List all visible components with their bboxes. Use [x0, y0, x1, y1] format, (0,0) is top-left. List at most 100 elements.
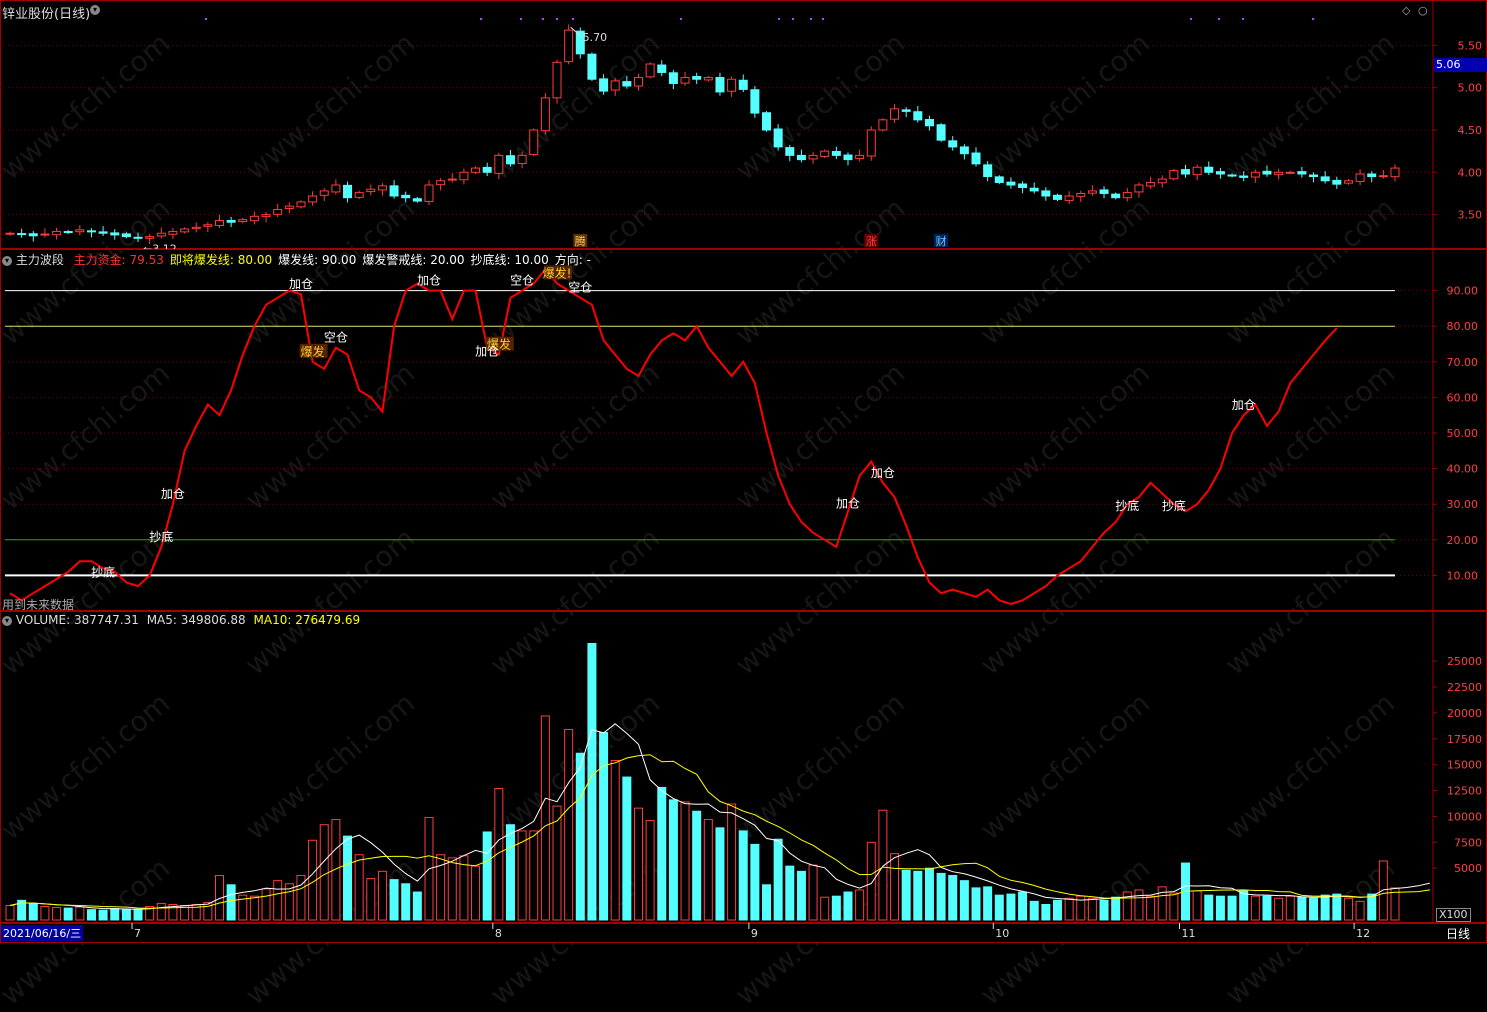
candle-body — [866, 129, 876, 157]
volume-bar — [366, 878, 376, 921]
month-label: 9 — [751, 927, 758, 940]
candlestick — [878, 118, 888, 132]
price-tick-label: 5.50 — [1458, 39, 1483, 52]
volume-bar — [843, 891, 853, 921]
candlestick — [552, 59, 562, 104]
candle-body — [773, 128, 783, 148]
volume-bar — [1320, 894, 1330, 921]
candlestick — [203, 222, 213, 233]
candle-body — [1285, 171, 1295, 174]
candle-body — [412, 198, 422, 202]
indicator-tick-label: 70.00 — [1447, 356, 1479, 369]
volume-bar — [773, 838, 783, 921]
volume-bar — [1169, 892, 1179, 921]
volume-bar — [971, 887, 981, 921]
candle-body — [238, 219, 248, 223]
candle-body — [1157, 178, 1167, 184]
volume-bar — [727, 803, 737, 921]
candle-body — [401, 194, 411, 199]
volume-tick-label: 15000 — [1447, 759, 1482, 772]
candle-body — [1099, 189, 1109, 194]
candlestick — [1262, 165, 1272, 177]
candlestick — [1378, 169, 1388, 179]
candlestick — [1041, 187, 1051, 201]
volume-bar — [1332, 893, 1342, 921]
volume-bar — [692, 810, 702, 921]
volume-bar — [249, 895, 259, 921]
volume-bar — [459, 855, 469, 921]
candlestick — [1297, 166, 1307, 178]
volume-bar — [226, 884, 236, 921]
candlestick — [401, 191, 411, 203]
candlestick — [1122, 187, 1132, 202]
ma10-value: 276479.69 — [295, 613, 361, 627]
candle-body — [1006, 181, 1016, 186]
candle-body — [948, 140, 958, 148]
volume-bar — [517, 830, 527, 921]
candle-body — [622, 81, 632, 87]
candlestick — [180, 227, 190, 234]
candle-body — [750, 89, 760, 114]
candlestick — [773, 124, 783, 151]
volume-bar — [855, 889, 865, 921]
candle-body — [599, 78, 609, 92]
time-axis[interactable]: 7 8 9 10 11 12 2021/06/16/三 日线 — [0, 923, 1487, 943]
indicator-pane[interactable]: 90.00 80.00 70.00 60.00 50.00 40.00 30.00 20.00… — [0, 249, 1487, 612]
indicator-tick-label: 80.00 — [1447, 320, 1479, 333]
candlestick — [1367, 171, 1377, 183]
volume-bar — [948, 874, 958, 921]
candlestick — [738, 74, 748, 93]
indicator-dropdown-icon[interactable]: ▾ — [2, 255, 12, 266]
volume-bar — [633, 807, 643, 921]
candlestick — [377, 183, 387, 196]
candle-body — [1343, 180, 1353, 184]
candlestick — [226, 216, 236, 227]
candle-body — [1087, 190, 1097, 194]
candle-body — [738, 79, 748, 90]
candle-body — [284, 205, 294, 210]
volume-bar — [1343, 897, 1353, 921]
volume-bar — [552, 805, 562, 921]
candle-body — [121, 233, 131, 238]
volume-pane[interactable]: 25000 22500 20000 17500 15000 12500 10000 7500 5… — [0, 611, 1487, 923]
candle-body — [1262, 170, 1272, 175]
price-tick-label: 4.00 — [1458, 166, 1483, 179]
indicator-tick-label: 60.00 — [1447, 391, 1479, 404]
volume-dropdown-icon[interactable]: ▾ — [2, 615, 12, 626]
diamond-icon[interactable]: ◇ — [1402, 4, 1410, 17]
candlestick — [1087, 185, 1097, 196]
period-label[interactable]: 日线 — [1446, 925, 1470, 942]
signal-label: 抄底 — [1162, 498, 1186, 513]
volume-bar — [63, 907, 73, 921]
candlestick — [820, 149, 830, 159]
indicator-tick-label: 50.00 — [1447, 427, 1479, 440]
candle-body — [994, 176, 1004, 183]
signal-label: 抄底 — [91, 564, 115, 579]
indicator-header: ▾ 主力波段 主力资金: 79.53 即将爆发线: 80.00 爆发线: 90.00… — [2, 251, 591, 268]
ma10-label: MA10: — [253, 613, 292, 627]
candlestick — [796, 149, 806, 163]
event-marker — [1312, 18, 1314, 20]
candlestick — [599, 74, 609, 95]
candle-body — [214, 220, 224, 226]
event-marker — [1190, 18, 1192, 20]
candlestick — [28, 231, 38, 242]
volume-bar — [913, 870, 923, 921]
candlestick — [1134, 182, 1144, 198]
volume-bar — [261, 888, 271, 921]
volume-bar — [1274, 897, 1284, 921]
candlestick — [482, 162, 492, 177]
volume-bar — [1064, 897, 1074, 921]
volume-bar — [1378, 860, 1388, 921]
candlestick — [459, 168, 469, 185]
indicator-field-label: 方向: — [554, 253, 583, 267]
volume-bar — [1227, 895, 1237, 921]
candlestick — [214, 214, 224, 229]
candlestick — [1157, 175, 1167, 188]
circle-icon[interactable]: ○ — [1418, 4, 1428, 17]
title-dropdown-icon[interactable]: ▾ — [90, 5, 100, 15]
indicator-tick-label: 90.00 — [1447, 285, 1479, 298]
candle-body — [226, 220, 236, 223]
candlestick — [1274, 168, 1284, 180]
price-pane[interactable]: 5.50 5.00 4.50 4.00 3.50 5.70 ←3.12 腾 涨 财 锌业股份(日线… — [0, 0, 1487, 249]
